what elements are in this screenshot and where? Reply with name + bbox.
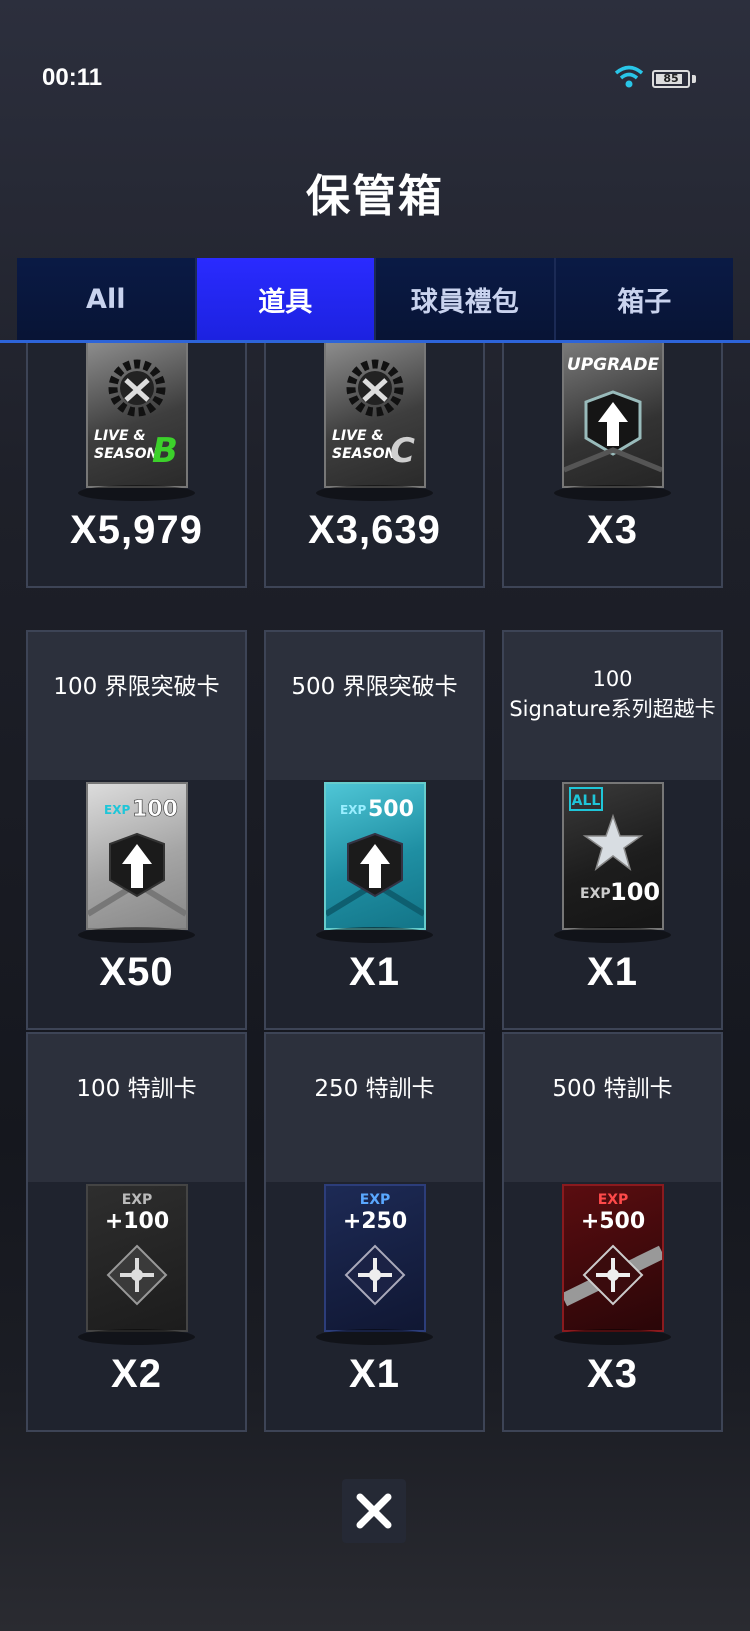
item-label: 500 界限突破卡 [291, 674, 458, 700]
item-label: 100 界限突破卡 [53, 674, 220, 700]
item-card-limit-break-100[interactable]: 100 界限突破卡 EXP 100 X50 [26, 630, 247, 1030]
card-band [28, 632, 245, 780]
item-label: 100 特訓卡 [76, 1076, 197, 1102]
item-shadow [554, 485, 671, 501]
limit-break-100-card-icon: EXP 100 [86, 782, 188, 930]
item-quantity: X5,979 [70, 508, 203, 552]
svg-text:SEASON: SEASON [332, 446, 396, 462]
svg-text:+500: +500 [581, 1209, 645, 1234]
item-label: 500 特訓卡 [552, 1076, 673, 1102]
svg-text:+250: +250 [343, 1209, 407, 1234]
item-label-line1: 100 [592, 667, 633, 691]
item-shadow [78, 1329, 195, 1345]
svg-text:ALL: ALL [572, 793, 601, 809]
item-quantity: X3 [587, 508, 638, 552]
svg-text:LIVE &: LIVE & [332, 428, 384, 444]
tab-bar: All 道具 球員禮包 箱子 [17, 258, 733, 340]
item-card-live-season-b[interactable]: LIVE & SEASON B X5,979 [26, 343, 247, 588]
svg-text:EXP: EXP [360, 1192, 391, 1208]
tab-player-packs[interactable]: 球員禮包 [376, 258, 556, 340]
live-season-c-card-icon: LIVE & SEASON C [324, 343, 426, 488]
item-card-training-500[interactable]: 500 特訓卡 EXP +500 X3 [502, 1032, 723, 1432]
item-shadow [78, 485, 195, 501]
page-title: 保管箱 [306, 171, 444, 222]
item-shadow [316, 485, 433, 501]
item-card-training-100[interactable]: 100 特訓卡 EXP +100 X2 [26, 1032, 247, 1432]
svg-text:LIVE &: LIVE & [94, 428, 146, 444]
svg-text:EXP: EXP [580, 886, 611, 902]
svg-text:EXP: EXP [340, 803, 366, 817]
svg-text:SEASON: SEASON [94, 446, 158, 462]
signature-exceed-card-icon: ALL EXP 100 [562, 782, 664, 930]
status-time: 00:11 [42, 64, 103, 91]
item-quantity: X1 [349, 950, 400, 994]
close-button[interactable] [342, 1479, 406, 1543]
item-card-live-season-c[interactable]: LIVE & SEASON C X3,639 [264, 343, 485, 588]
status-bar: 00:11 85 [0, 0, 750, 91]
svg-text:EXP: EXP [598, 1192, 629, 1208]
item-quantity: X2 [111, 1352, 162, 1396]
item-shadow [554, 1329, 671, 1345]
battery-tip [692, 75, 696, 83]
item-quantity: X3,639 [308, 508, 441, 552]
training-100-card-icon: EXP +100 [86, 1184, 188, 1332]
card-band [28, 1034, 245, 1182]
svg-text:C: C [390, 431, 415, 471]
item-card-upgrade[interactable]: UPGRADE X3 [502, 343, 723, 588]
svg-text:EXP: EXP [122, 1192, 153, 1208]
item-quantity: X50 [99, 950, 174, 994]
svg-text:+100: +100 [105, 1209, 169, 1234]
card-band [266, 632, 483, 780]
item-shadow [316, 927, 433, 943]
card-band [266, 1034, 483, 1182]
wifi-icon [614, 65, 644, 88]
svg-text:100: 100 [132, 797, 178, 822]
close-icon [356, 1493, 392, 1529]
svg-text:B: B [152, 431, 178, 471]
upgrade-card-icon: UPGRADE [562, 343, 664, 488]
training-250-card-icon: EXP +250 [324, 1184, 426, 1332]
svg-text:EXP: EXP [104, 803, 130, 817]
item-card-signature-exceed[interactable]: 100 Signature系列超越卡 ALL EXP 100 X1 [502, 630, 723, 1030]
svg-text:500: 500 [368, 797, 414, 822]
item-shadow [316, 1329, 433, 1345]
svg-text:UPGRADE: UPGRADE [567, 355, 660, 375]
battery-level: 85 [663, 72, 679, 85]
item-grid: LIVE & SEASON B X5,979 LIVE & SEASON C X… [0, 343, 750, 1433]
item-card-training-250[interactable]: 250 特訓卡 EXP +250 X1 [264, 1032, 485, 1432]
item-quantity: X3 [587, 1352, 638, 1396]
training-500-card-icon: EXP +500 [562, 1184, 664, 1332]
live-season-b-card-icon: LIVE & SEASON B [86, 343, 188, 488]
item-shadow [78, 927, 195, 943]
item-quantity: X1 [587, 950, 638, 994]
item-quantity: X1 [349, 1352, 400, 1396]
item-label-line2: Signature系列超越卡 [509, 697, 716, 721]
battery-icon: 85 [652, 70, 690, 88]
limit-break-500-card-icon: EXP 500 [324, 782, 426, 930]
item-label: 100 Signature系列超越卡 [504, 664, 721, 724]
svg-text:100: 100 [610, 878, 660, 906]
item-shadow [554, 927, 671, 943]
tab-boxes[interactable]: 箱子 [555, 258, 733, 340]
tab-items[interactable]: 道具 [196, 258, 376, 340]
card-band [504, 1034, 721, 1182]
item-card-limit-break-500[interactable]: 500 界限突破卡 EXP 500 X1 [264, 630, 485, 1030]
tab-all[interactable]: All [17, 258, 197, 340]
item-label: 250 特訓卡 [314, 1076, 435, 1102]
